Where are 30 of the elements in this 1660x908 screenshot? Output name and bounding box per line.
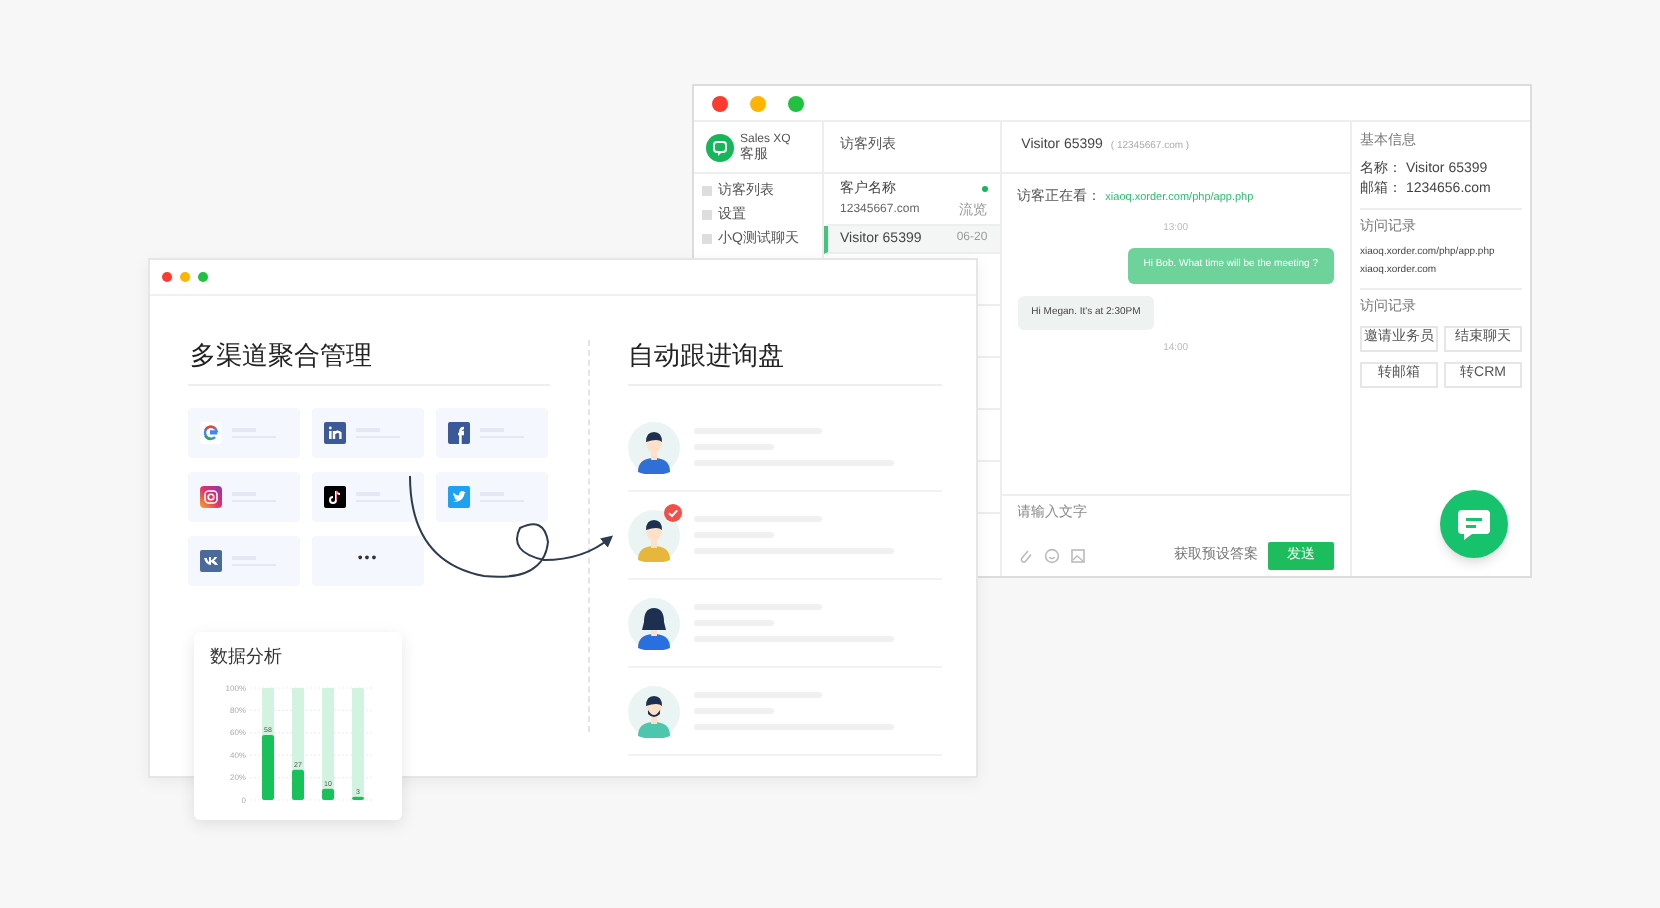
paperclip-icon [1017,548,1034,564]
bar [292,768,304,799]
instagram-logo-icon [200,486,222,508]
section-heading: 自动跟进询盘 [628,340,786,372]
chat-bubble-icon [1456,506,1492,542]
google-logo-icon [200,422,222,444]
channel-tile[interactable] [188,536,300,586]
bar [262,734,274,799]
twitter-logo-icon [448,486,470,508]
vk-logo-icon [200,550,222,572]
tiktok-logo-icon [324,486,346,508]
bar-track [352,687,364,796]
linkedin-logo-icon [324,422,346,444]
close-window-button[interactable] [162,272,172,282]
person-avatar-icon [628,509,680,561]
channel-tile[interactable] [188,408,300,458]
emoji-icon [1043,548,1060,564]
section-heading: 多渠道聚合管理 [188,340,374,372]
channel-tile[interactable] [436,472,548,522]
image-icon [1069,548,1086,564]
maximize-window-button[interactable] [198,272,208,282]
channel-tile[interactable] [188,472,300,522]
card-title: 数据分析 [210,644,284,670]
channel-tile[interactable] [312,472,424,522]
chat-logo-icon [706,133,734,161]
channel-tile[interactable] [436,408,548,458]
channel-tile[interactable] [312,408,424,458]
close-window-button[interactable] [712,95,728,111]
maximize-window-button[interactable] [788,95,804,111]
facebook-logo-icon [448,422,470,444]
